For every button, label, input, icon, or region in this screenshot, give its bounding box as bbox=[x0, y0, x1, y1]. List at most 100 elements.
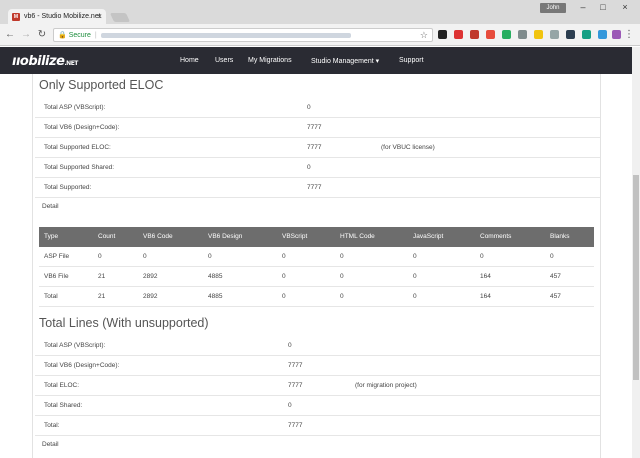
extension-icon[interactable] bbox=[550, 30, 559, 39]
table-cell: 0 bbox=[208, 253, 212, 260]
row-note: (for VBUC license) bbox=[381, 144, 435, 151]
row-label: Total ELOC: bbox=[44, 382, 80, 389]
table-cell: 2892 bbox=[143, 293, 158, 300]
profile-button[interactable]: John bbox=[540, 3, 566, 13]
table-cell: 2892 bbox=[143, 273, 158, 280]
nav-users[interactable]: Users bbox=[215, 57, 233, 64]
browser-toolbar: ← → ↻ 🔒 Secure | ☆ ⋮ bbox=[0, 24, 640, 46]
nav-studio-management[interactable]: Studio Management ▾ bbox=[311, 57, 379, 65]
extension-icon[interactable] bbox=[582, 30, 591, 39]
column-header[interactable]: JavaScript bbox=[413, 233, 443, 240]
back-icon[interactable]: ← bbox=[4, 29, 16, 40]
secure-label: Secure bbox=[68, 31, 91, 39]
extension-icon[interactable] bbox=[518, 30, 527, 39]
detail-link[interactable]: Detail bbox=[42, 203, 59, 210]
row-value: 7777 bbox=[307, 144, 322, 151]
table-cell: 457 bbox=[550, 273, 561, 280]
url-text-blurred bbox=[100, 32, 351, 38]
extension-icon[interactable] bbox=[454, 30, 463, 39]
row-label: Total Supported ELOC: bbox=[44, 144, 111, 151]
column-header[interactable]: Blanks bbox=[550, 233, 570, 240]
browser-menu-icon[interactable]: ⋮ bbox=[624, 29, 634, 40]
extension-icon[interactable] bbox=[486, 30, 495, 39]
table-row: Total 21 2892 4885 0 0 0 164 457 bbox=[39, 287, 594, 307]
table-cell: 164 bbox=[480, 273, 491, 280]
detail-link[interactable]: Detail bbox=[42, 441, 59, 448]
summary-row: Total Supported ELOC: 7777 (for VBUC lic… bbox=[35, 138, 600, 158]
summary-row: Total ELOC: 7777 (for migration project) bbox=[35, 376, 600, 396]
extension-icon[interactable] bbox=[438, 30, 447, 39]
table-cell: 457 bbox=[550, 293, 561, 300]
summary-row: Total Supported: 7777 bbox=[35, 178, 600, 198]
extension-icon[interactable] bbox=[566, 30, 575, 39]
table-cell: 0 bbox=[340, 253, 344, 260]
table-cell: 21 bbox=[98, 273, 106, 280]
column-header[interactable]: Comments bbox=[480, 233, 511, 240]
new-tab-button[interactable] bbox=[109, 13, 131, 22]
summary-row: Total VB6 (Design+Code): 7777 bbox=[35, 356, 600, 376]
summary-row: Total: 7777 bbox=[35, 416, 600, 436]
table-cell: 0 bbox=[413, 273, 417, 280]
column-header[interactable]: Count bbox=[98, 233, 115, 240]
section-title-supported: Only Supported ELOC bbox=[39, 78, 164, 92]
report-content: Only Supported ELOC Total ASP (VBScript)… bbox=[32, 74, 601, 458]
browser-tab[interactable]: M vb6 - Studio Mobilize.net × bbox=[8, 9, 106, 24]
table-row: ASP File 0 0 0 0 0 0 0 0 bbox=[39, 247, 594, 267]
extension-icon[interactable] bbox=[534, 30, 543, 39]
table-cell: ASP File bbox=[44, 253, 70, 260]
summary-row: Total Shared: 0 bbox=[35, 396, 600, 416]
reload-icon[interactable]: ↻ bbox=[36, 29, 48, 40]
extension-icon[interactable] bbox=[502, 30, 511, 39]
row-label: Total Supported: bbox=[44, 184, 92, 191]
row-value: 7777 bbox=[288, 382, 303, 389]
table-cell: 0 bbox=[282, 253, 286, 260]
table-cell: 0 bbox=[282, 293, 286, 300]
forward-icon[interactable]: → bbox=[20, 29, 32, 40]
row-label: Total Supported Shared: bbox=[44, 164, 115, 171]
summary-row: Total ASP (VBScript): 0 bbox=[35, 336, 600, 356]
tab-title: vb6 - Studio Mobilize.net bbox=[24, 13, 101, 20]
table-cell: 21 bbox=[98, 293, 106, 300]
row-value: 0 bbox=[288, 342, 292, 349]
column-header[interactable]: Type bbox=[44, 233, 58, 240]
logo-suffix: .NET bbox=[64, 60, 78, 67]
row-label: Total ASP (VBScript): bbox=[44, 342, 106, 349]
row-label: Total VB6 (Design+Code): bbox=[44, 124, 120, 131]
scrollbar-thumb[interactable] bbox=[633, 175, 639, 380]
extension-icon[interactable] bbox=[598, 30, 607, 39]
table-cell: Total bbox=[44, 293, 58, 300]
summary-row: Total VB6 (Design+Code): 7777 bbox=[35, 118, 600, 138]
browser-titlebar: M vb6 - Studio Mobilize.net × John – □ × bbox=[0, 0, 640, 24]
column-header[interactable]: VB6 Design bbox=[208, 233, 242, 240]
extension-icon[interactable] bbox=[470, 30, 479, 39]
close-window-icon[interactable]: × bbox=[618, 2, 632, 12]
section-title-total-lines: Total Lines (With unsupported) bbox=[39, 316, 209, 330]
table-cell: 0 bbox=[282, 273, 286, 280]
maximize-icon[interactable]: □ bbox=[596, 2, 610, 12]
row-value: 0 bbox=[307, 104, 311, 111]
table-cell: 0 bbox=[340, 293, 344, 300]
nav-support[interactable]: Support bbox=[399, 57, 424, 64]
breakdown-table-header: Type Count VB6 Code VB6 Design VBScript … bbox=[39, 227, 594, 247]
lock-icon: 🔒 bbox=[58, 32, 67, 39]
summary-row: Total Supported Shared: 0 bbox=[35, 158, 600, 178]
table-cell: 0 bbox=[340, 273, 344, 280]
row-value: 7777 bbox=[288, 422, 303, 429]
table-cell: 4885 bbox=[208, 273, 223, 280]
minimize-icon[interactable]: – bbox=[576, 2, 590, 12]
nav-home[interactable]: Home bbox=[180, 57, 199, 64]
nav-my-migrations[interactable]: My Migrations bbox=[248, 57, 292, 64]
bookmark-star-icon[interactable]: ☆ bbox=[420, 30, 428, 41]
tab-close-icon[interactable]: × bbox=[97, 12, 102, 21]
address-bar[interactable]: 🔒 Secure | ☆ bbox=[53, 28, 433, 42]
table-cell: 0 bbox=[143, 253, 147, 260]
mobilize-logo[interactable]: ııobilize.NET bbox=[12, 54, 78, 69]
table-cell: 4885 bbox=[208, 293, 223, 300]
extension-icon[interactable] bbox=[612, 30, 621, 39]
column-header[interactable]: VB6 Code bbox=[143, 233, 173, 240]
column-header[interactable]: HTML Code bbox=[340, 233, 375, 240]
table-cell: 0 bbox=[413, 253, 417, 260]
column-header[interactable]: VBScript bbox=[282, 233, 307, 240]
summary-row: Total ASP (VBScript): 0 bbox=[35, 98, 600, 118]
row-note: (for migration project) bbox=[355, 382, 417, 389]
